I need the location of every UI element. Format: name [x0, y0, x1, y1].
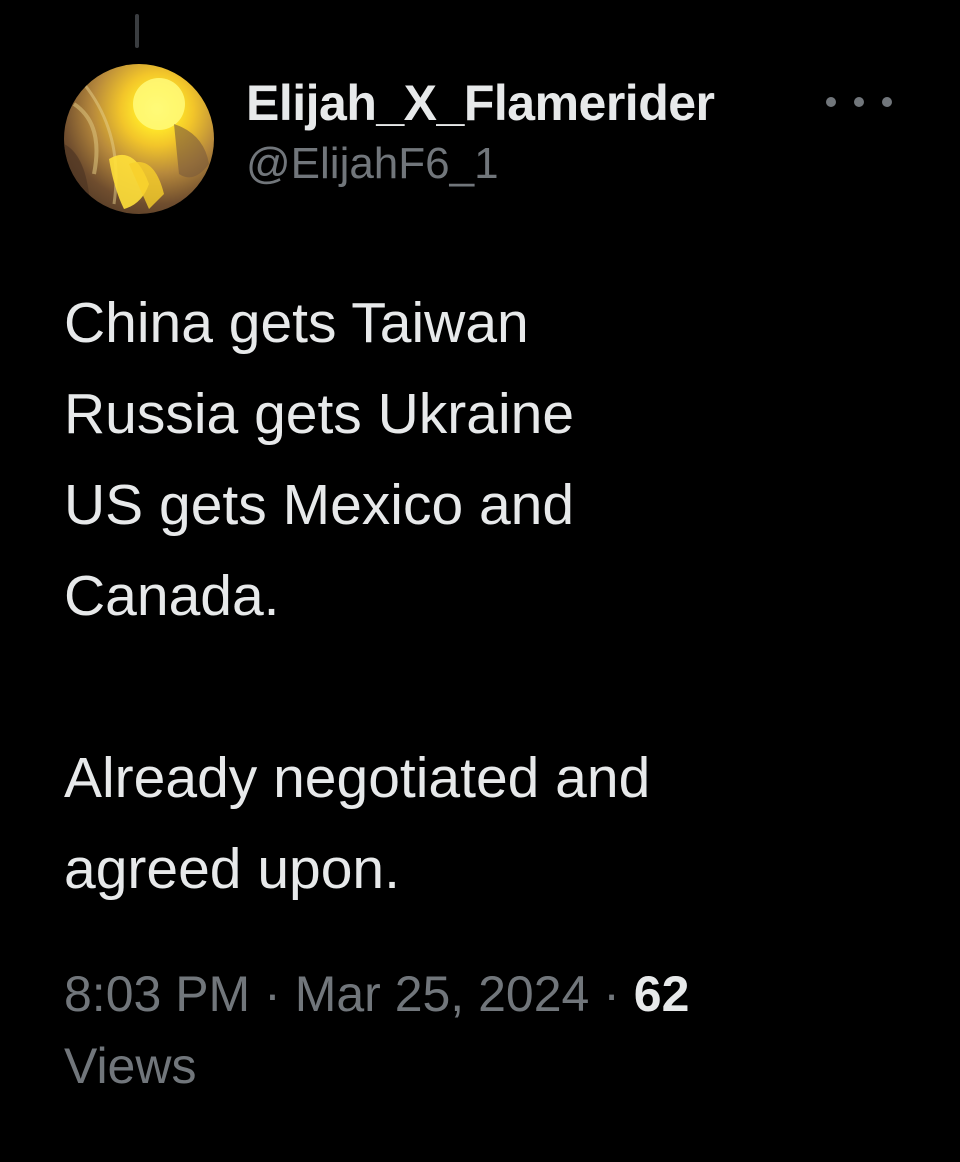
tweet-line: agreed upon.	[64, 837, 400, 901]
more-options-icon	[826, 97, 836, 107]
timestamp-row: 8:03 PM · Mar 25, 2024 · 62	[64, 958, 924, 1030]
tweet-line: US gets Mexico and	[64, 473, 575, 537]
author-handle[interactable]: @ElijahF6_1	[246, 134, 715, 194]
tweet-text: China gets Taiwan Russia gets Ukraine US…	[64, 278, 924, 915]
views-label: Views	[64, 1038, 197, 1094]
meta-separator: ·	[264, 966, 281, 1022]
avatar[interactable]	[64, 64, 214, 214]
tweet-line: China gets Taiwan	[64, 291, 529, 355]
tweet-line: Russia gets Ukraine	[64, 382, 575, 446]
meta-separator: ·	[603, 966, 620, 1022]
tweet-metadata: 8:03 PM · Mar 25, 2024 · 62 Views	[64, 958, 924, 1102]
more-options-icon-dot	[854, 97, 864, 107]
tweet-time[interactable]: 8:03 PM	[64, 966, 250, 1022]
more-options-button[interactable]	[826, 84, 892, 120]
tweet-line: Canada.	[64, 564, 280, 628]
thread-connector-line	[135, 14, 139, 48]
more-options-icon-dot	[882, 97, 892, 107]
tweet-line: Already negotiated and	[64, 746, 651, 810]
avatar-image	[64, 78, 209, 214]
views-count: 62	[633, 966, 690, 1022]
author-info: Elijah_X_Flamerider @ElijahF6_1	[246, 72, 715, 194]
author-display-name[interactable]: Elijah_X_Flamerider	[246, 72, 715, 134]
tweet-date[interactable]: Mar 25, 2024	[295, 966, 590, 1022]
